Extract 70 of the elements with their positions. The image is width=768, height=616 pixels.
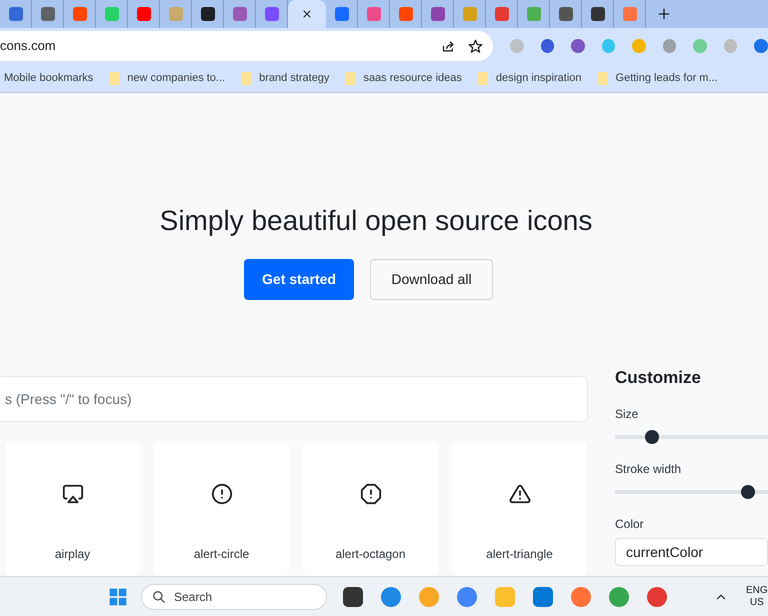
folder-icon <box>345 72 356 84</box>
tab-favicon-icon <box>526 7 540 21</box>
tab-favicon-icon <box>334 7 348 21</box>
language-text[interactable]: ENG <box>746 584 768 596</box>
hero-heading: Simply beautiful open source icons <box>160 204 592 238</box>
tab-favicon-icon <box>398 7 412 21</box>
slider-thumb[interactable] <box>741 484 756 499</box>
slider-label: Size <box>615 406 640 423</box>
tab-favicon-icon <box>104 7 118 21</box>
bookmark-link[interactable]: Getting leads for m... <box>616 70 718 86</box>
alert-circle-icon <box>210 482 232 505</box>
taskbar-search-field[interactable]: Search <box>141 584 327 610</box>
tab-favicon-icon <box>430 7 444 21</box>
tab-favicon-icon <box>40 7 54 21</box>
extension-icon[interactable] <box>662 39 676 53</box>
color-label: Color <box>615 516 645 533</box>
alert-triangle-icon <box>508 482 530 505</box>
new-tab-icon[interactable] <box>656 6 672 22</box>
tab-favicon-icon <box>494 7 508 21</box>
bookmark-link[interactable]: new companies to... <box>127 70 226 86</box>
tab-favicon-icon <box>72 7 86 21</box>
address-bar[interactable]: cons.com <box>0 31 494 61</box>
folder-icon <box>109 72 120 84</box>
share-icon[interactable] <box>441 38 456 54</box>
icon-label: airplay <box>54 546 90 563</box>
search-placeholder: Search <box>174 588 212 606</box>
tab-favicon-icon <box>366 7 380 21</box>
region-text[interactable]: US <box>746 596 768 608</box>
slider-thumb[interactable] <box>644 430 659 444</box>
tab-favicon-icon <box>136 7 150 21</box>
icon-card[interactable]: alert-octagon <box>303 440 438 576</box>
folder-icon <box>241 72 252 84</box>
windows-start-icon[interactable] <box>108 586 128 606</box>
search-icon <box>152 590 166 604</box>
airplay-icon <box>62 482 84 505</box>
tab-favicon-icon <box>462 7 476 21</box>
icon-card[interactable]: airplay <box>5 440 140 576</box>
tab-favicon-icon <box>8 7 22 21</box>
extension-icon[interactable] <box>571 39 585 53</box>
bookmark-link[interactable]: saas resource ideas <box>363 70 462 86</box>
star-icon[interactable] <box>468 38 484 54</box>
tab-favicon-icon <box>622 7 636 21</box>
close-icon[interactable] <box>301 8 313 20</box>
icon-label: alert-triangle <box>486 546 553 563</box>
folder-icon <box>478 72 488 84</box>
icon-card[interactable]: alert-circle <box>154 440 289 576</box>
icon-label: alert-octagon <box>335 546 406 563</box>
tab-favicon-icon <box>168 7 182 21</box>
download-all-button[interactable]: Download all <box>370 258 493 300</box>
tab-favicon-icon <box>590 7 604 21</box>
icon-filter-field[interactable]: s (Press "/" to focus) <box>0 376 588 422</box>
bookmark-link[interactable]: brand strategy <box>259 70 330 86</box>
slider-label: Stroke width <box>615 460 682 478</box>
alert-octagon-icon <box>360 482 382 505</box>
tab-favicon-icon <box>200 7 214 21</box>
bookmark-link[interactable]: Mobile bookmarks <box>4 70 94 86</box>
get-started-button[interactable]: Get started <box>244 258 354 300</box>
extension-icon[interactable] <box>540 39 554 53</box>
url-text: cons.com <box>0 37 56 56</box>
bookmark-link[interactable]: design inspiration <box>496 70 582 86</box>
icon-card[interactable]: alert-triangle <box>452 440 587 576</box>
tab-favicon-icon <box>558 7 572 21</box>
tab-favicon-icon <box>232 7 246 21</box>
icon-label: alert-circle <box>194 546 250 563</box>
extension-icon[interactable] <box>754 39 768 53</box>
color-field[interactable]: currentColor <box>615 538 768 566</box>
taskbar-app-icon[interactable] <box>343 586 363 606</box>
tab-favicon-icon <box>264 7 278 21</box>
folder-icon <box>598 72 608 84</box>
customize-heading: Customize <box>615 368 702 388</box>
